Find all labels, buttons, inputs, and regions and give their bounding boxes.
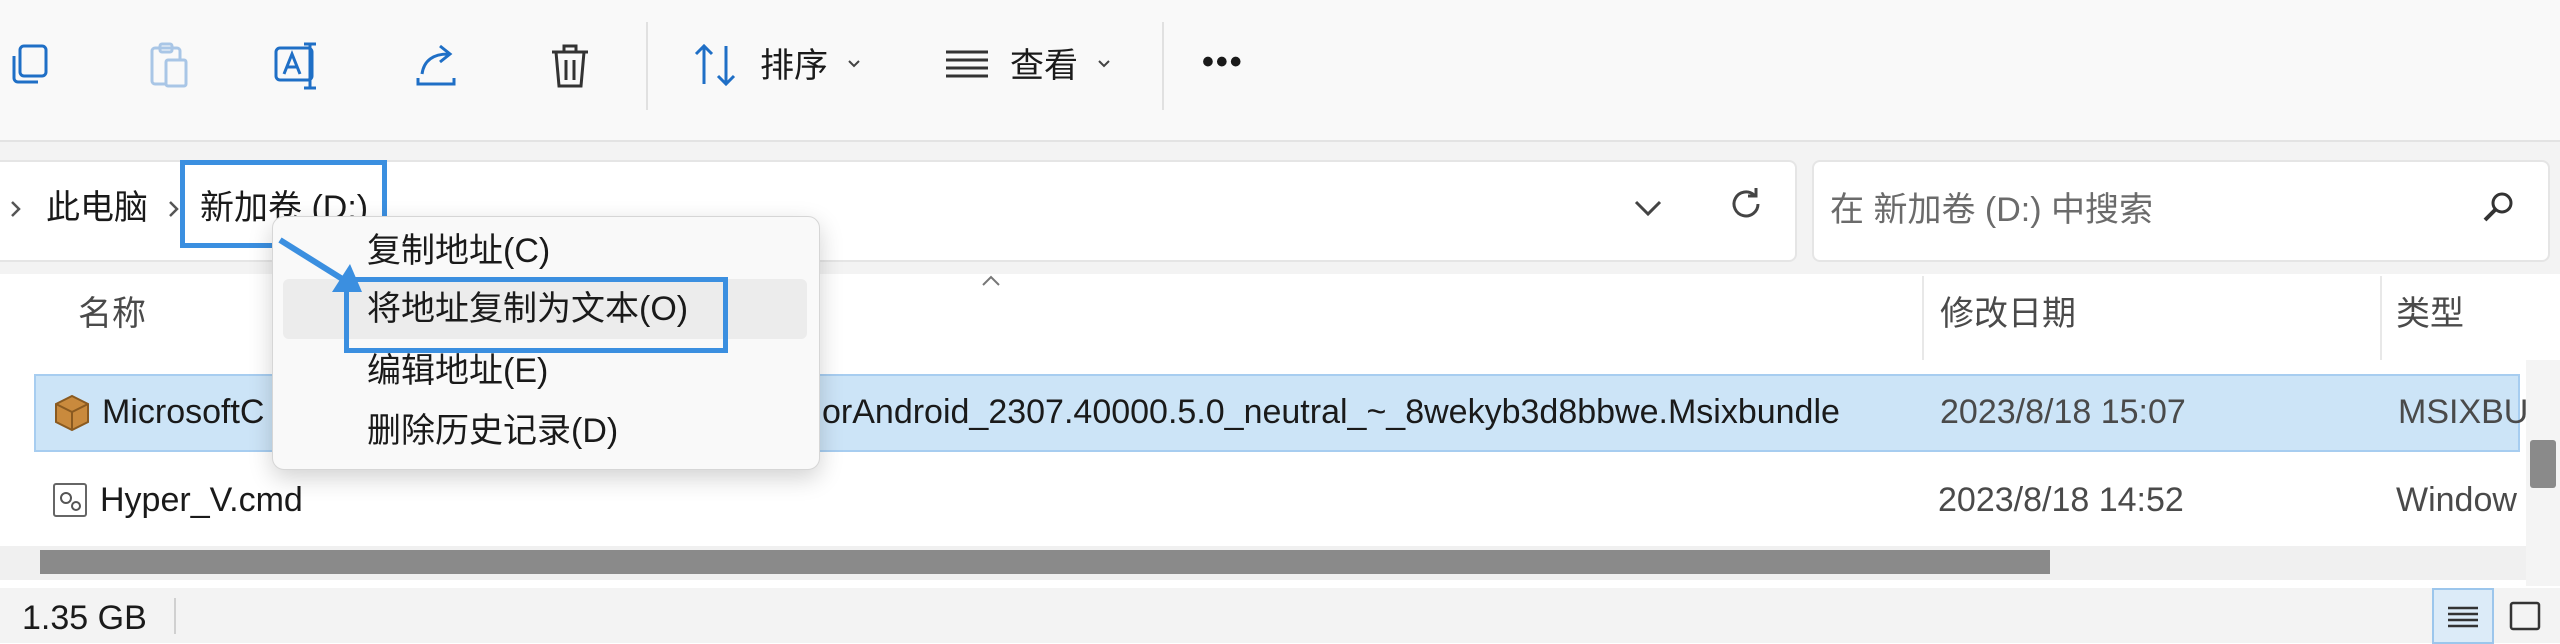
- package-file-icon: [55, 394, 89, 432]
- file-type: MSIXBU: [2398, 393, 2529, 431]
- status-bar: 1.35 GB: [0, 588, 2560, 644]
- sort-label: 排序: [760, 47, 828, 85]
- chevron-down-icon: [1098, 60, 1110, 68]
- delete-icon[interactable]: [542, 36, 602, 96]
- horizontal-scrollbar-thumb[interactable]: [40, 550, 2050, 574]
- column-header-name[interactable]: 名称: [78, 292, 146, 336]
- sort-button[interactable]: 排序: [690, 30, 890, 104]
- search-placeholder: 在 新加卷 (D:) 中搜索: [1830, 191, 2153, 229]
- view-icon: [946, 50, 988, 78]
- chevron-down-icon: [848, 60, 860, 68]
- sort-icon: [694, 43, 736, 87]
- view-button[interactable]: 查看: [942, 30, 1122, 104]
- toolbar-divider: [1162, 22, 1164, 110]
- status-divider: [174, 598, 176, 634]
- script-file-icon: [53, 483, 87, 517]
- table-row[interactable]: Hyper_V.cmd 2023/8/18 14:52 Window: [34, 464, 2517, 538]
- share-icon[interactable]: [408, 36, 468, 96]
- file-name: MicrosoftC: [102, 393, 265, 431]
- column-header-date-modified[interactable]: 修改日期: [1940, 292, 2076, 336]
- highlight-box: [344, 277, 728, 353]
- annotation-arrow-icon: [278, 237, 362, 292]
- file-date-modified: 2023/8/18 15:07: [1940, 393, 2186, 431]
- paste-icon[interactable]: [140, 36, 200, 96]
- column-divider[interactable]: [1922, 276, 1924, 360]
- file-name: Hyper_V.cmd: [100, 481, 303, 519]
- file-type: Window: [2396, 481, 2517, 519]
- refresh-icon[interactable]: [1726, 184, 1766, 224]
- details-view-icon: [2448, 606, 2478, 628]
- sort-ascending-indicator-icon: [982, 275, 1000, 286]
- menu-item-edit-address[interactable]: 编辑地址(E): [367, 349, 548, 393]
- breadcrumb-this-pc[interactable]: 此电脑: [46, 186, 148, 230]
- more-options-button[interactable]: •••: [1202, 40, 1244, 84]
- copy-icon[interactable]: [4, 36, 64, 96]
- large-icons-view-icon[interactable]: [2508, 600, 2542, 632]
- address-history-dropdown-icon[interactable]: [1630, 190, 1666, 226]
- rename-icon[interactable]: [270, 36, 330, 96]
- menu-item-copy-address[interactable]: 复制地址(C): [367, 229, 550, 273]
- file-name-tail: orAndroid_2307.40000.5.0_neutral_~_8weky…: [822, 393, 1840, 431]
- search-box[interactable]: 在 新加卷 (D:) 中搜索: [1812, 160, 2550, 262]
- search-icon[interactable]: [2478, 188, 2518, 228]
- view-label: 查看: [1010, 47, 1078, 85]
- column-header-type[interactable]: 类型: [2396, 292, 2464, 336]
- menu-item-delete-history[interactable]: 删除历史记录(D): [367, 409, 618, 453]
- chevron-right-icon[interactable]: [8, 198, 24, 220]
- command-bar: 排序 查看 •••: [0, 0, 2560, 142]
- toolbar-divider: [646, 22, 648, 110]
- vertical-scrollbar-thumb[interactable]: [2530, 440, 2556, 488]
- file-date-modified: 2023/8/18 14:52: [1938, 481, 2184, 519]
- column-divider[interactable]: [2380, 276, 2382, 360]
- details-view-button[interactable]: [2432, 588, 2494, 644]
- status-selection-size: 1.35 GB: [22, 599, 147, 637]
